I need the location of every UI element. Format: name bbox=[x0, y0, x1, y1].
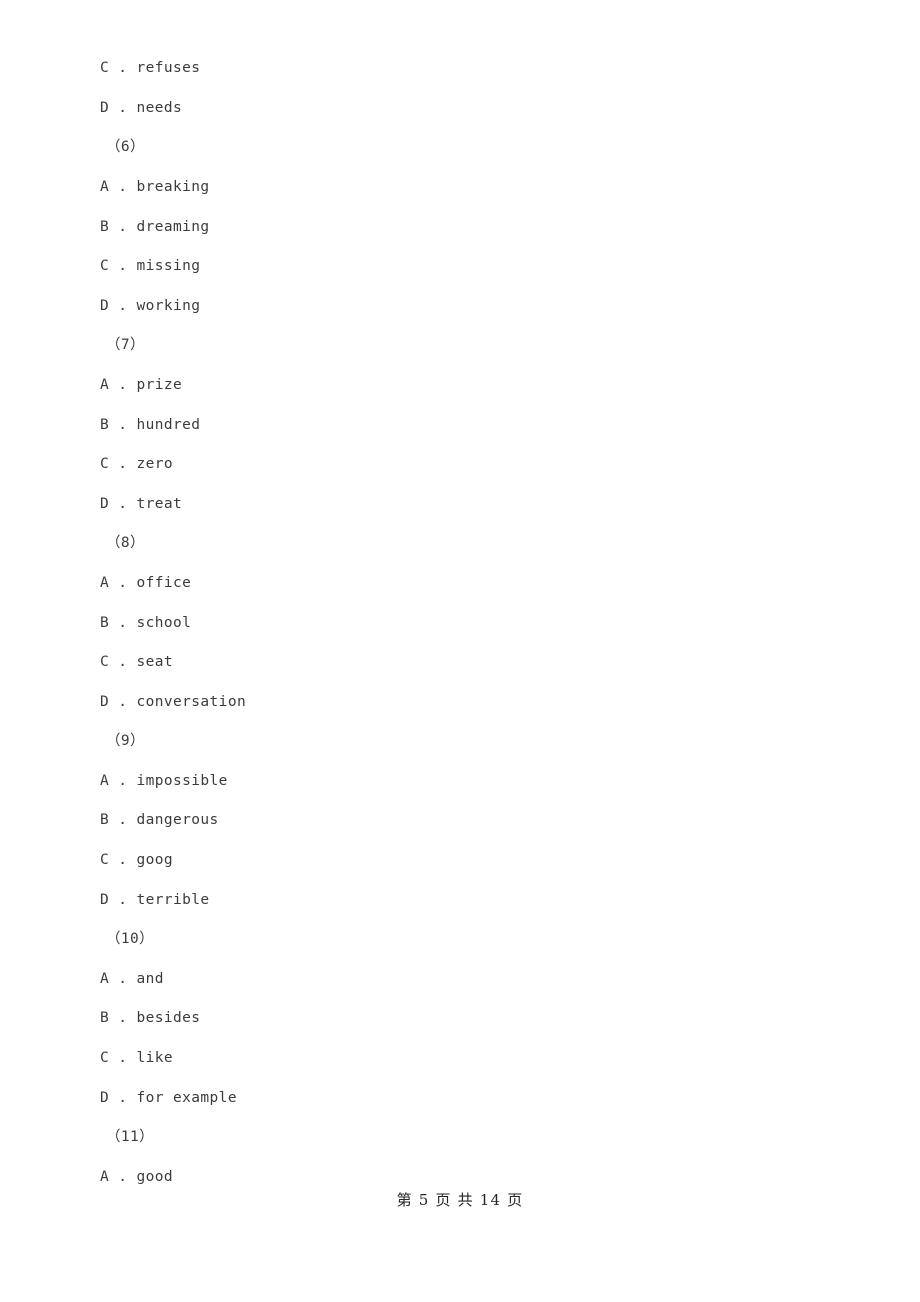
answer-option: B . besides bbox=[100, 1010, 201, 1026]
answer-option: C . goog bbox=[100, 852, 174, 868]
answer-option: A . good bbox=[100, 1169, 174, 1185]
answer-option: D . conversation bbox=[100, 694, 247, 710]
answer-option: A . and bbox=[100, 971, 164, 987]
answer-option: A . impossible bbox=[100, 773, 228, 789]
answer-option: D . terrible bbox=[100, 892, 210, 908]
answer-option: C . missing bbox=[100, 258, 201, 274]
question-group-label: （11） bbox=[106, 1129, 155, 1145]
answer-option: A . office bbox=[100, 575, 192, 591]
page-footer: 第 5 页 共 14 页 bbox=[396, 1191, 524, 1209]
answer-option: D . treat bbox=[100, 496, 183, 512]
answer-option: C . zero bbox=[100, 456, 174, 472]
answer-option: A . prize bbox=[100, 377, 183, 393]
answer-option: D . working bbox=[100, 298, 201, 314]
answer-option: C . refuses bbox=[100, 60, 201, 76]
answer-option: B . dangerous bbox=[100, 812, 219, 828]
answer-option: C . seat bbox=[100, 654, 174, 670]
answer-option: C . like bbox=[100, 1050, 174, 1066]
answer-option: B . hundred bbox=[100, 417, 201, 433]
answer-option: D . for example bbox=[100, 1090, 237, 1106]
question-group-label: （8） bbox=[106, 535, 145, 551]
question-group-label: （10） bbox=[106, 931, 155, 947]
answer-option: B . school bbox=[100, 615, 192, 631]
question-group-label: （9） bbox=[106, 733, 145, 749]
answer-option: D . needs bbox=[100, 100, 183, 116]
question-group-label: （7） bbox=[106, 337, 145, 353]
answer-option: B . dreaming bbox=[100, 219, 210, 235]
question-group-label: （6） bbox=[106, 139, 145, 155]
document-page: C . refuses D . needs （6） A . breaking B . d… bbox=[0, 0, 920, 1302]
answer-option: A . breaking bbox=[100, 179, 210, 195]
